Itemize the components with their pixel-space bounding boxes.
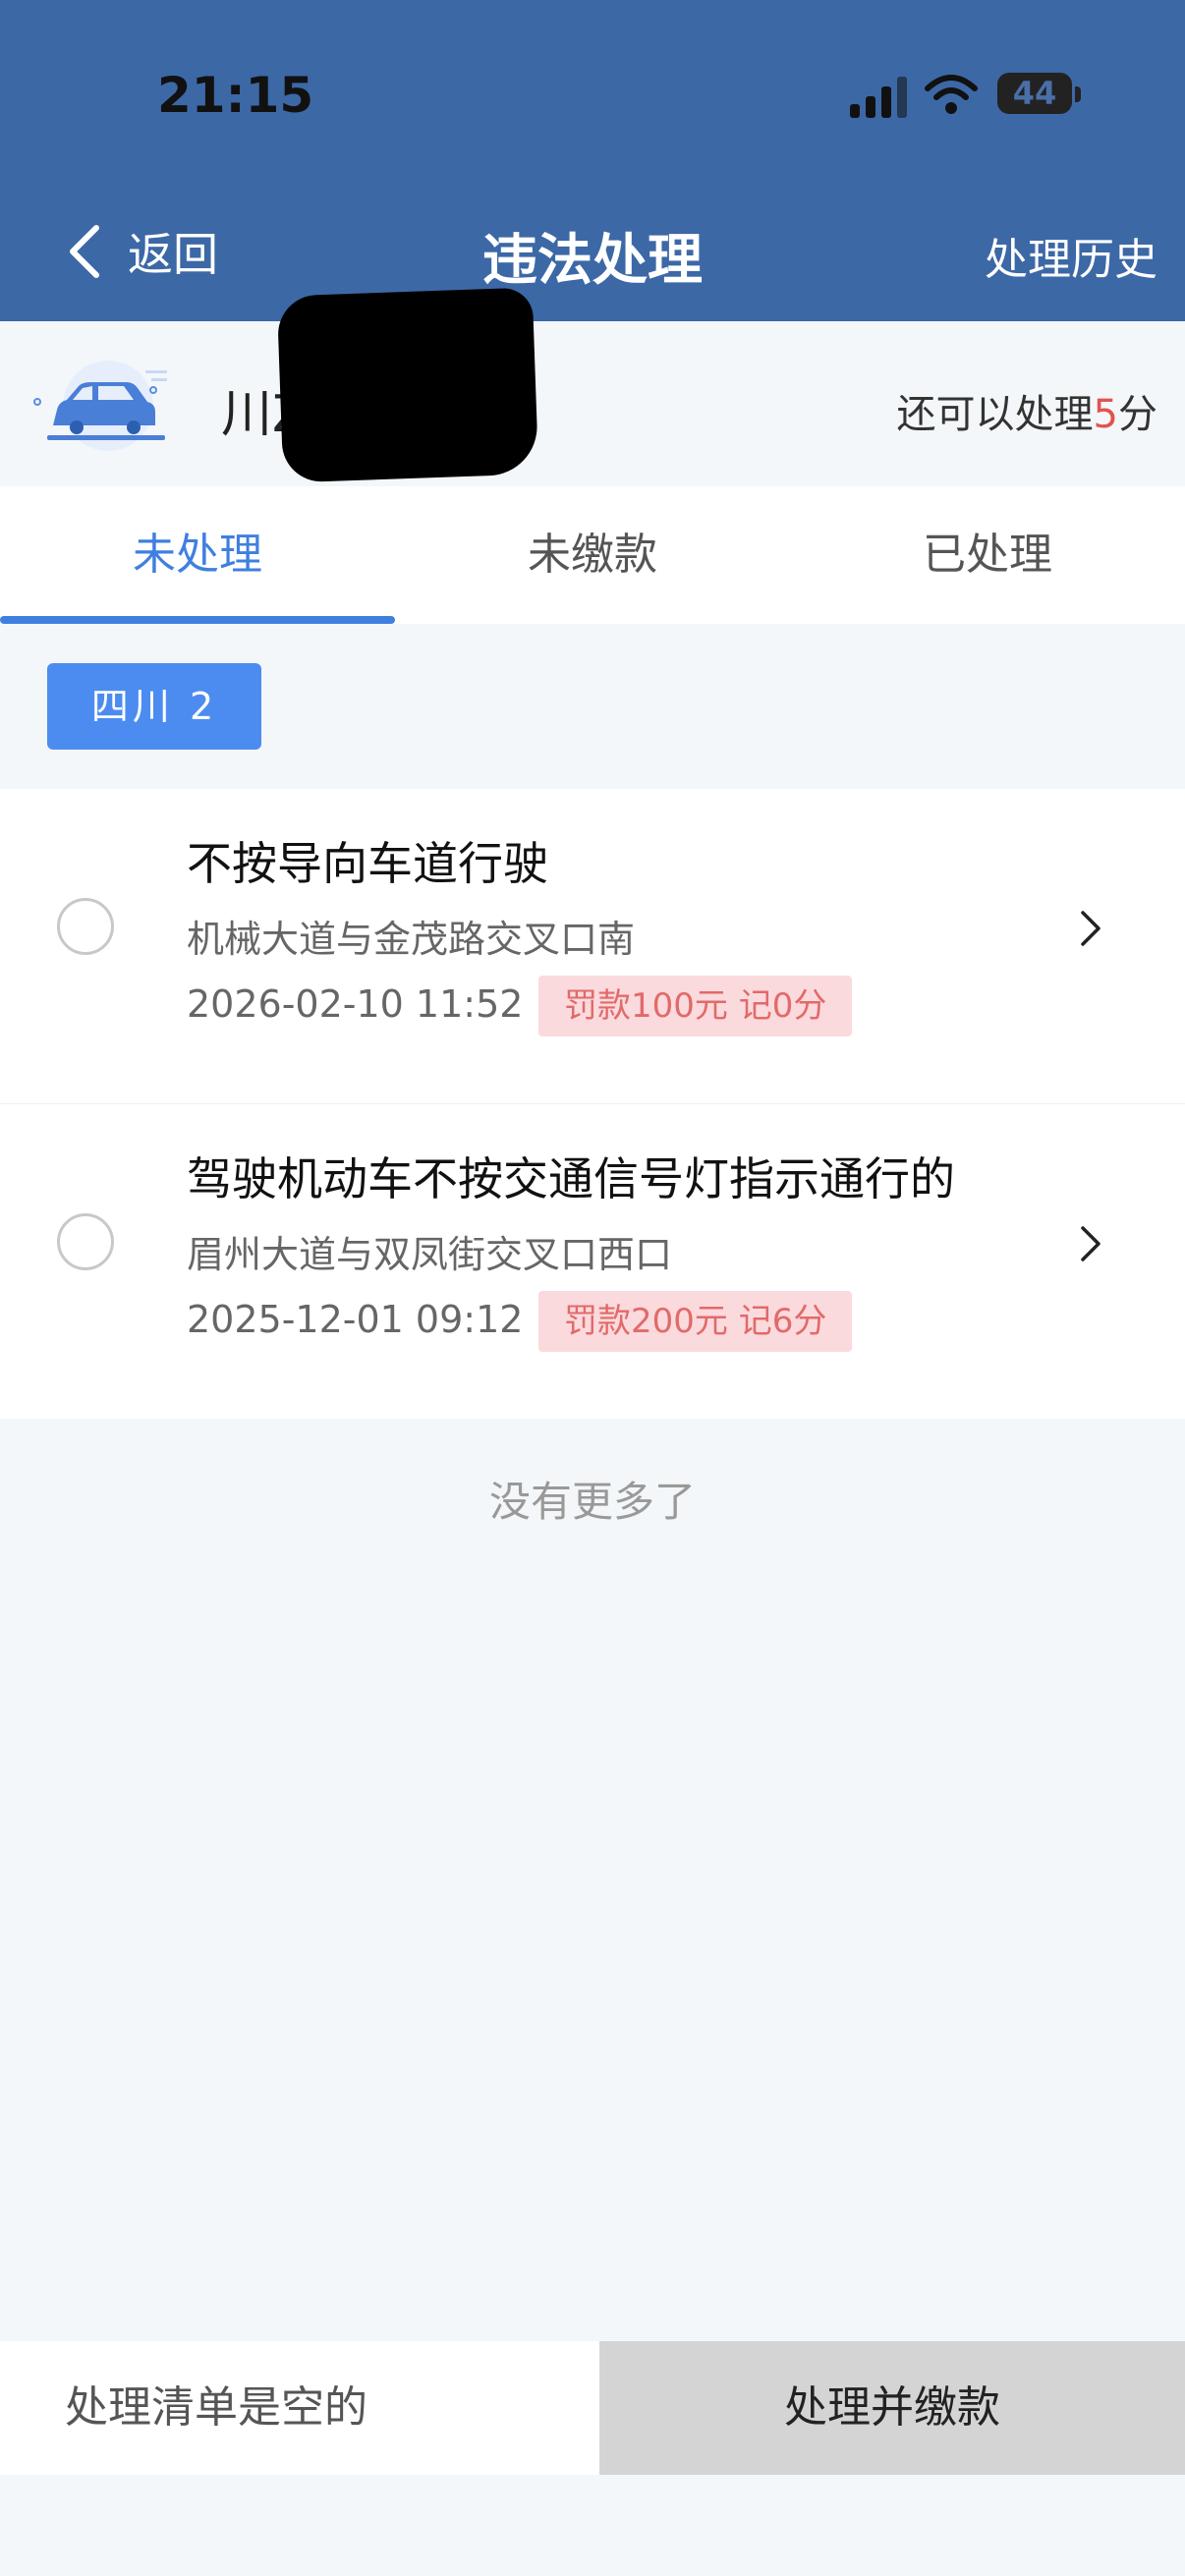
chevron-right-icon <box>1081 911 1100 946</box>
status-tabs: 未处理 未缴款 已处理 <box>0 486 1185 624</box>
back-button[interactable]: 返回 <box>65 216 218 287</box>
bottom-action-bar: 处理清单是空的 处理并缴款 <box>0 2341 1185 2475</box>
back-label: 返回 <box>128 228 218 281</box>
process-and-pay-button[interactable]: 处理并缴款 <box>599 2341 1185 2475</box>
violation-location: 机械大道与金茂路交叉口南 <box>187 918 636 961</box>
chevron-left-icon <box>70 225 99 278</box>
violation-time: 2026-02-10 11:52 <box>187 982 524 1026</box>
wifi-icon <box>925 75 978 114</box>
tab-unpaid[interactable]: 未缴款 <box>395 486 790 624</box>
redaction-mark <box>276 287 539 483</box>
violation-time: 2025-12-01 09:12 <box>187 1298 524 1341</box>
active-tab-indicator <box>0 616 395 624</box>
cellular-signal-icon <box>850 77 909 118</box>
select-radio[interactable] <box>57 898 114 955</box>
vehicle-row: 川Z 还可以处理5分 <box>0 287 1185 486</box>
remaining-prefix: 还可以处理 <box>896 392 1094 437</box>
violation-title: 驾驶机动车不按交通信号灯指示通行的 <box>187 1152 955 1205</box>
battery-icon: 44 <box>997 73 1072 114</box>
region-filter-chip[interactable]: 四川 2 <box>47 663 261 750</box>
tab-processed[interactable]: 已处理 <box>790 486 1185 624</box>
battery-tip <box>1075 86 1081 102</box>
violation-title: 不按导向车道行驶 <box>187 837 548 890</box>
remaining-suffix: 分 <box>1118 392 1157 437</box>
header-bar: 21:15 44 返回 违法处理 处理历史 <box>0 0 1185 321</box>
status-time: 21:15 <box>157 67 314 124</box>
violation-location: 眉州大道与双凤街交叉口西口 <box>187 1233 673 1276</box>
cart-status-label: 处理清单是空的 <box>0 2341 599 2475</box>
history-button[interactable]: 处理历史 <box>985 224 1157 287</box>
violation-list: 不按导向车道行驶 机械大道与金茂路交叉口南 2026-02-10 11:52 罚… <box>0 789 1185 1419</box>
chevron-right-icon <box>1081 1226 1100 1261</box>
remaining-points: 还可以处理5分 <box>897 382 1157 439</box>
violation-item[interactable]: 不按导向车道行驶 机械大道与金茂路交叉口南 2026-02-10 11:52 罚… <box>0 789 1185 1104</box>
end-of-list-text: 没有更多了 <box>488 1478 696 1526</box>
violation-item[interactable]: 驾驶机动车不按交通信号灯指示通行的 眉州大道与双凤街交叉口西口 2025-12-… <box>0 1104 1185 1419</box>
tab-unprocessed[interactable]: 未处理 <box>0 486 395 624</box>
remaining-count: 5 <box>1093 392 1118 437</box>
penalty-badge: 罚款100元 记0分 <box>538 976 853 1036</box>
penalty-badge: 罚款200元 记6分 <box>538 1291 853 1352</box>
select-radio[interactable] <box>57 1213 114 1270</box>
car-icon <box>33 361 167 451</box>
